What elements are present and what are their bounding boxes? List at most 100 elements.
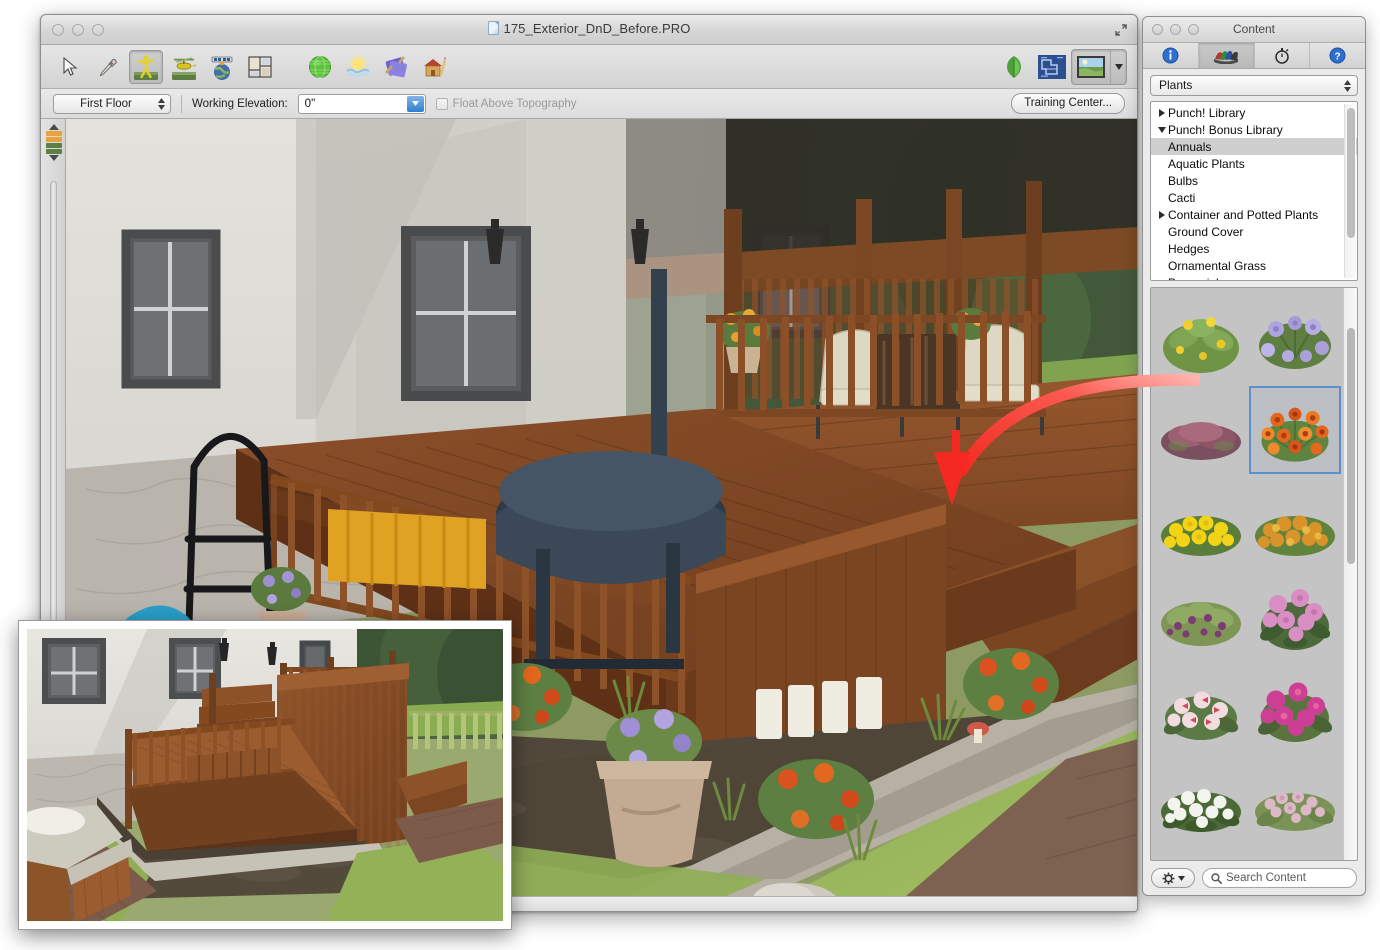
tree-item-label: Annuals [1168,140,1211,154]
tab-history[interactable] [1255,43,1311,68]
category-popup-label: Plants [1159,78,1192,92]
floor-selector-popup[interactable]: First Floor [53,94,171,114]
scrollbar-thumb[interactable] [1347,108,1355,238]
plant-thumb-lavender-aster[interactable] [1249,294,1341,382]
gear-icon [1162,872,1175,885]
thumbnail-grid-scrollbar[interactable] [1343,288,1357,860]
tab-help[interactable]: ? [1310,43,1365,68]
chevron-down-icon [1178,876,1185,881]
tree-item-label: Punch! Library [1168,106,1245,120]
tree-item-label: Hedges [1168,242,1209,256]
main-toolbar [41,45,1137,89]
plant-thumb-yellow-leafy[interactable] [1155,294,1247,382]
inset-3d-preview[interactable] [18,620,512,930]
chevron-right-icon[interactable] [1155,109,1168,117]
plant-thumb-pale-pink-spray[interactable] [1249,754,1341,842]
tree-item-ornamental-grass[interactable]: Ornamental Grass [1151,257,1357,274]
plant-thumb-mauve-mat[interactable] [1155,386,1247,474]
library-tree-scrollbar[interactable] [1344,104,1356,278]
thumbnail-grid[interactable] [1150,287,1358,861]
elevation-band-1 [46,131,62,136]
content-window-title: Content [1143,22,1365,36]
category-popup[interactable]: Plants [1150,75,1358,96]
elevation-band-4 [46,149,62,154]
tree-item-label: Ornamental Grass [1168,259,1266,273]
view-mode-group [995,49,1127,85]
chevron-down-icon[interactable] [1155,127,1168,133]
landscape-view-button[interactable] [997,50,1031,84]
color-palette-icon [1212,47,1240,64]
working-elevation-input[interactable]: 0" [298,94,426,114]
fullscreen-expand-icon[interactable] [1113,22,1129,38]
tree-item-cacti[interactable]: Cacti [1151,189,1357,206]
tab-content[interactable] [1199,43,1255,68]
satellite-tool[interactable] [205,50,239,84]
help-circle-icon: ? [1329,47,1346,64]
scrollbar-thumb[interactable] [1347,328,1355,564]
tab-info[interactable] [1143,43,1199,68]
checkbox-box [436,98,448,110]
plant-thumb-white-trailing[interactable] [1155,754,1247,842]
inset-scene-render [27,629,503,921]
triangle-down-icon[interactable] [49,155,59,161]
window-titlebar[interactable]: 175_Exterior_DnD_Before.PRO [41,15,1137,45]
globe-tool[interactable] [303,50,337,84]
window-title: 175_Exterior_DnD_Before.PRO [41,21,1137,36]
tree-item-perennials[interactable]: Perennials [1151,274,1357,281]
eyedropper-tool[interactable] [91,50,125,84]
tree-item-label: Container and Potted Plants [1168,208,1318,222]
plan-view-button[interactable] [1035,50,1069,84]
tree-item-annuals[interactable]: Annuals [1151,138,1357,155]
document-icon [488,21,499,35]
tree-item-label: Punch! Bonus Library [1168,123,1283,137]
flyover-tool[interactable] [167,50,201,84]
elevation-chevron-down-icon[interactable] [407,96,424,112]
content-bottom-bar: Search Content [1143,861,1365,895]
plant-thumb-orange-gaillardia[interactable] [1249,386,1341,474]
tree-item-ground-cover[interactable]: Ground Cover [1151,223,1357,240]
plant-thumb-yellow-mound[interactable] [1155,478,1247,566]
options-bar: First Floor Working Elevation: 0" Float … [41,89,1137,119]
chevron-right-icon[interactable] [1155,211,1168,219]
materials-tool[interactable] [379,50,413,84]
library-tree[interactable]: Punch! Library Punch! Bonus Library Annu… [1150,101,1358,281]
float-above-topography-label: Float Above Topography [453,98,577,110]
arrow-select-tool[interactable] [53,50,87,84]
thumbnail-grid-inner [1151,288,1343,860]
tree-item-label: Ground Cover [1168,225,1243,239]
plant-thumb-white-pink-bicolor[interactable] [1155,662,1247,750]
search-content-field[interactable]: Search Content [1202,868,1357,888]
elevation-band-3 [46,143,62,148]
house-design-tool[interactable] [417,50,451,84]
training-center-button[interactable]: Training Center... [1011,93,1125,114]
triangle-up-icon[interactable] [49,124,59,130]
3d-view-group [1071,49,1127,85]
walkthrough-tool[interactable] [129,50,163,84]
tree-item-punch-bonus-library[interactable]: Punch! Bonus Library [1151,121,1357,138]
elevation-slider[interactable] [46,123,62,162]
content-palette-window: Content [1142,16,1366,896]
tree-item-punch-library[interactable]: Punch! Library [1151,104,1357,121]
3d-view-button[interactable] [1074,50,1108,84]
plant-thumb-magenta-impatiens[interactable] [1249,662,1341,750]
tree-item-label: Bulbs [1168,174,1198,188]
content-titlebar[interactable]: Content [1143,17,1365,43]
plant-thumb-pink-impatiens[interactable] [1249,570,1341,658]
tree-item-container-and-potted-plants[interactable]: Container and Potted Plants [1151,206,1357,223]
svg-text:?: ? [1335,51,1341,62]
tree-item-hedges[interactable]: Hedges [1151,240,1357,257]
options-separator [181,95,182,113]
tree-item-bulbs[interactable]: Bulbs [1151,172,1357,189]
stopwatch-icon [1274,47,1290,64]
plant-thumb-orange-marigold[interactable] [1249,478,1341,566]
tree-item-label: Aquatic Plants [1168,157,1245,171]
float-above-topography-checkbox[interactable]: Float Above Topography [436,98,577,110]
tree-item-label: Cacti [1168,191,1195,205]
floor-selector-label: First Floor [80,98,132,110]
floorplan-tool[interactable] [243,50,277,84]
tree-item-aquatic-plants[interactable]: Aquatic Plants [1151,155,1357,172]
sun-water-tool[interactable] [341,50,375,84]
content-options-button[interactable] [1151,868,1195,888]
plant-thumb-purple-speckle[interactable] [1155,570,1247,658]
view-options-chevron-down-icon[interactable] [1110,50,1126,84]
